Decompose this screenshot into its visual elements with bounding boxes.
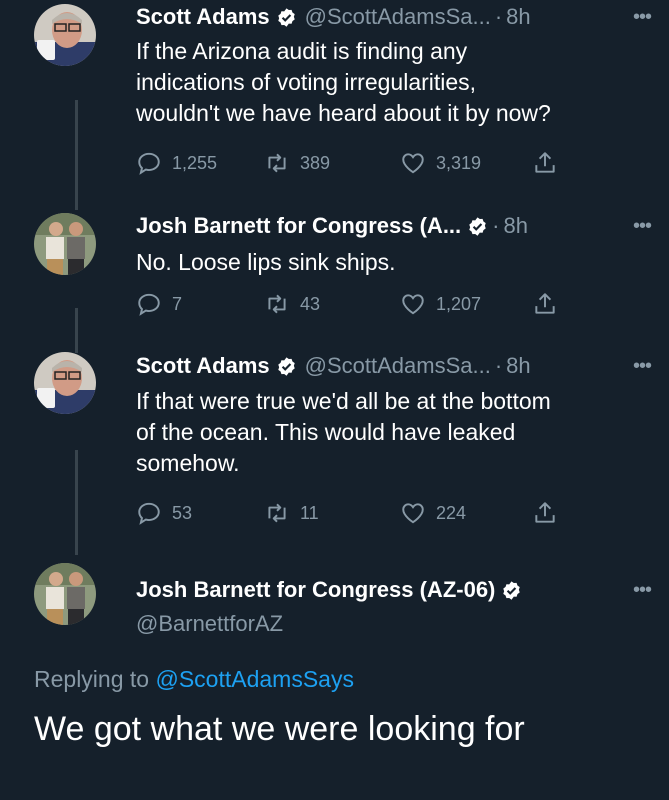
replying-to: Replying to @ScottAdamsSays [34, 666, 354, 693]
verified-badge-icon [277, 356, 295, 376]
retweet-icon [268, 153, 286, 173]
heart-icon [402, 153, 424, 174]
heart-icon [402, 294, 424, 315]
timestamp[interactable]: 8h [506, 4, 530, 30]
tweet-text-line: indications of voting irregularities, [136, 69, 477, 95]
like-button[interactable]: 3,319 [400, 148, 481, 178]
tweet-header: Scott Adams @ScottAdamsSa... · 8h ••• [136, 351, 655, 381]
verified-badge-icon [469, 216, 486, 236]
reply-icon [138, 502, 160, 525]
more-dots-icon[interactable]: ••• [629, 351, 655, 381]
reply-button[interactable]: 1,255 [136, 148, 217, 178]
author-name[interactable]: Josh Barnett for Congress (AZ-06) [136, 577, 495, 603]
retweet-button[interactable]: 389 [264, 148, 330, 178]
verified-badge-icon [277, 7, 295, 27]
retweet-button[interactable]: 43 [264, 289, 320, 319]
tweet-text: If the Arizona audit is finding any indi… [136, 36, 639, 129]
reply-count: 7 [172, 293, 183, 314]
tweet-actions: 7 43 1,207 [136, 289, 566, 319]
avatar-scott-adams[interactable] [34, 4, 96, 66]
replying-to-link[interactable]: @ScottAdamsSays [155, 666, 353, 692]
main-tweet[interactable]: Josh Barnett for Congress (AZ-06) ••• @B… [0, 555, 669, 800]
avatar-scott-adams[interactable] [34, 352, 96, 414]
tweet-actions: 1,255 389 3,319 [136, 148, 566, 178]
share-icon [535, 293, 555, 314]
author-handle[interactable]: @BarnettforAZ [136, 611, 283, 637]
share-button[interactable] [532, 289, 568, 319]
tweet[interactable]: Josh Barnett for Congress (A... · 8h •••… [0, 205, 669, 335]
tweet-text-line: No. Loose lips sink ships. [136, 249, 396, 275]
like-button[interactable]: 1,207 [400, 289, 481, 319]
tweet-text: We got what we were looking for [34, 710, 525, 748]
tweet-text-line: If the Arizona audit is finding any [136, 38, 468, 64]
reply-count: 1,255 [172, 152, 218, 173]
author-name[interactable]: Scott Adams [136, 4, 270, 30]
tweet[interactable]: Scott Adams @ScottAdamsSa... · 8h ••• If… [0, 348, 669, 538]
tweet-header: Scott Adams @ScottAdamsSa... · 8h ••• [136, 2, 655, 32]
verified-badge-icon [503, 580, 521, 600]
avatar-josh-barnett[interactable] [34, 563, 96, 625]
separator-dot: · [494, 4, 503, 29]
tweet-text-line: If that were true we'd all be at the bot… [136, 388, 551, 414]
more-dots-icon[interactable]: ••• [629, 575, 655, 605]
more-dots-icon[interactable]: ••• [629, 2, 655, 32]
retweet-count: 11 [300, 502, 319, 523]
tweet-header: Josh Barnett for Congress (A... · 8h ••• [136, 211, 655, 241]
retweet-icon [268, 503, 286, 523]
share-icon [535, 502, 555, 523]
tweet-text: If that were true we'd all be at the bot… [136, 386, 639, 479]
like-button[interactable]: 224 [400, 498, 466, 528]
tweet-text-line: somehow. [136, 450, 240, 476]
heart-icon [402, 503, 424, 524]
timestamp[interactable]: 8h [506, 353, 530, 379]
separator-dot: · [492, 213, 500, 238]
like-count: 3,319 [436, 152, 482, 173]
tweet-text: No. Loose lips sink ships. [136, 247, 639, 278]
share-icon [535, 152, 555, 173]
like-count: 1,207 [436, 293, 482, 314]
tweet[interactable]: Scott Adams @ScottAdamsSa... · 8h ••• If… [0, 0, 669, 190]
replying-prefix: Replying to [34, 666, 150, 692]
reply-button[interactable]: 53 [136, 498, 192, 528]
tweet-actions: 53 11 224 [136, 498, 566, 528]
tweet-text-line: wouldn't we have heard about it by now? [136, 100, 551, 126]
more-dots-icon[interactable]: ••• [629, 211, 655, 241]
share-button[interactable] [532, 148, 568, 178]
timestamp[interactable]: 8h [503, 213, 527, 239]
retweet-button[interactable]: 11 [264, 498, 319, 528]
author-name[interactable]: Scott Adams [136, 353, 270, 379]
reply-count: 53 [172, 502, 193, 523]
reply-icon [138, 293, 160, 316]
author-name[interactable]: Josh Barnett for Congress (A... [136, 213, 461, 239]
share-button[interactable] [532, 498, 568, 528]
reply-button[interactable]: 7 [136, 289, 182, 319]
retweet-icon [268, 294, 286, 314]
retweet-count: 43 [300, 293, 321, 314]
author-handle[interactable]: @ScottAdamsSa... [305, 353, 491, 379]
reply-icon [138, 152, 160, 175]
avatar-josh-barnett[interactable] [34, 213, 96, 275]
tweet-text-line: of the ocean. This would have leaked [136, 419, 516, 445]
like-count: 224 [436, 502, 467, 523]
separator-dot: · [494, 353, 503, 378]
tweet-header: Josh Barnett for Congress (AZ-06) ••• [136, 575, 655, 605]
author-handle[interactable]: @ScottAdamsSa... [305, 4, 491, 30]
retweet-count: 389 [300, 152, 331, 173]
